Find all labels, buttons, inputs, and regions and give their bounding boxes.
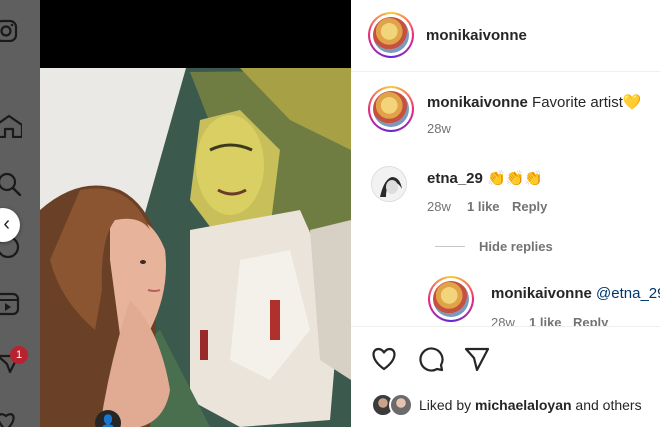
liked-by-row: Liked by michaelaloyan and others	[371, 393, 660, 419]
caption-text: Favorite artist💛	[532, 94, 642, 111]
search-icon[interactable]	[0, 172, 22, 196]
liked-by-text: Liked by michaelaloyan and others	[419, 397, 642, 413]
comment-likes-count: 1 like	[467, 199, 500, 214]
comment-text: 👏👏👏	[487, 170, 544, 187]
share-send-icon[interactable]	[463, 345, 491, 373]
post-actions-bar: Liked by michaelaloyan and others	[351, 326, 660, 427]
reply-mention[interactable]: @etna_29	[596, 285, 660, 302]
comment-reply-label: Reply	[512, 199, 548, 214]
liked-by-prefix: Liked by	[419, 397, 476, 413]
reply-username[interactable]: monikaivonne	[491, 285, 592, 302]
photo-top-letterbox	[40, 0, 351, 68]
liked-by-suffix[interactable]: and others	[572, 397, 641, 413]
reels-icon[interactable]	[0, 292, 20, 316]
author-avatar[interactable]	[368, 12, 414, 58]
comment-likes-link[interactable]: 1 like	[467, 199, 500, 214]
like-heart-icon[interactable]	[370, 345, 398, 373]
comment-username[interactable]: etna_29	[427, 170, 483, 187]
replies-divider-line	[435, 246, 465, 247]
reply-author-avatar[interactable]	[428, 276, 474, 322]
home-icon[interactable]	[0, 114, 22, 138]
instagram-icon[interactable]	[0, 18, 20, 42]
post-image[interactable]: 👤	[40, 0, 351, 427]
post-side-panel: monikaivonne monikaivonne Favorite artis…	[351, 0, 660, 427]
liker-avatar[interactable]	[389, 393, 413, 417]
comment-reply-button[interactable]: Reply	[512, 199, 547, 214]
caption-age: 28w	[427, 121, 451, 136]
commenter-avatar[interactable]	[371, 166, 407, 202]
instagram-post-modal: 1 👤 ‹ monikaivonne monikaivonne Favorite…	[0, 0, 660, 427]
notification-badge: 1	[10, 346, 28, 364]
post-header: monikaivonne	[351, 0, 660, 72]
hide-replies-button[interactable]: Hide replies	[479, 239, 553, 254]
liked-by-user[interactable]: michaelaloyan	[475, 397, 572, 413]
caption: monikaivonne Favorite artist💛	[427, 93, 642, 111]
reply: monikaivonne @etna_29	[491, 285, 660, 302]
comment-bubble-icon[interactable]	[417, 345, 445, 373]
comment-age: 28w	[427, 199, 451, 214]
comment: etna_29 👏👏👏	[427, 169, 543, 187]
notifications-heart-icon[interactable]	[0, 410, 20, 427]
header-username[interactable]: monikaivonne	[426, 27, 527, 44]
caption-author-avatar[interactable]	[368, 86, 414, 132]
caption-username[interactable]: monikaivonne	[427, 94, 528, 111]
